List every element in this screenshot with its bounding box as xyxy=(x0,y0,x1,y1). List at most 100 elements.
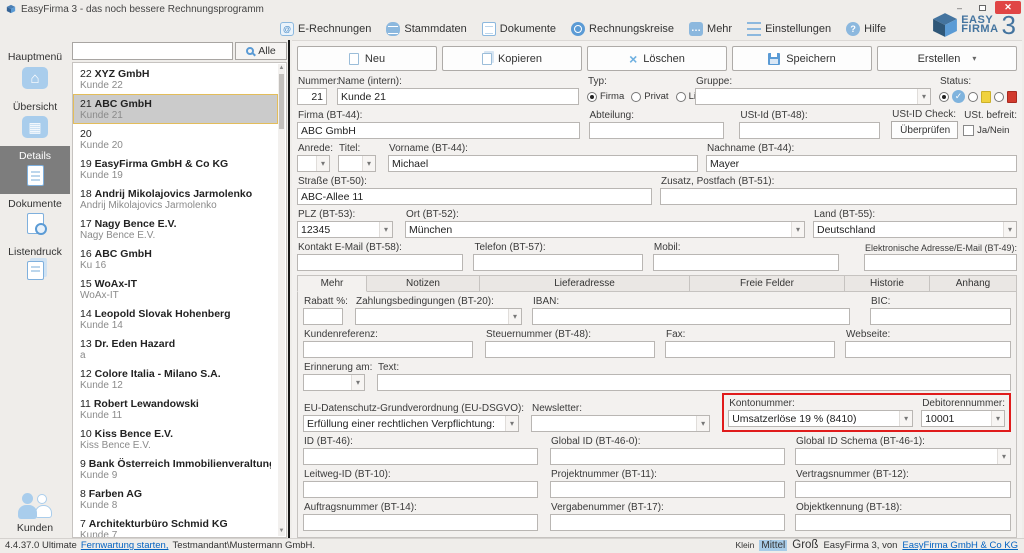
zoom-large[interactable]: Groß xyxy=(792,539,818,551)
new-button[interactable]: Neu xyxy=(297,46,437,71)
list-item[interactable]: 21 ABC GmbH Kunde 21 xyxy=(73,94,278,124)
scrollbar[interactable]: ▲ ▼ xyxy=(278,64,285,536)
mobil-input[interactable] xyxy=(653,254,839,271)
save-button[interactable]: Speichern xyxy=(732,46,872,71)
fernwartung-link[interactable]: Fernwartung starten, xyxy=(81,540,169,551)
list-item[interactable]: 11 Robert Lewandowski Kunde 11 xyxy=(73,394,278,424)
nav-einstellungen[interactable]: Einstellungen xyxy=(747,22,831,36)
firma-input[interactable] xyxy=(297,122,580,139)
zusatz-input[interactable] xyxy=(660,188,1017,205)
nachname-input[interactable] xyxy=(706,155,1017,172)
list-item[interactable]: 13 Dr. Eden Hazard a xyxy=(73,334,278,364)
newsletter-select[interactable]: ▾ xyxy=(531,415,710,432)
list-item[interactable]: 17 Nagy Bence E.V. Nagy Bence E.V. xyxy=(73,214,278,244)
nav-hilfe[interactable]: ?Hilfe xyxy=(846,22,886,36)
list-item[interactable]: 8 Farben AG Kunde 8 xyxy=(73,484,278,514)
ust-befreit-checkbox[interactable] xyxy=(963,125,974,136)
nav-mehr[interactable]: …Mehr xyxy=(689,22,732,36)
dsgvo-select[interactable]: Erfüllung einer rechtlichen Verpflichtun… xyxy=(303,415,519,432)
list-item[interactable]: 22 XYZ GmbH Kunde 22 xyxy=(73,64,278,94)
gruppe-select[interactable]: ▾ xyxy=(695,88,931,105)
leitweg-id-input[interactable] xyxy=(303,481,538,498)
sidebar-kunden[interactable]: Kunden xyxy=(0,493,70,534)
global-id-schema-select[interactable]: ▾ xyxy=(795,448,1011,465)
tab-freie-felder[interactable]: Freie Felder xyxy=(690,275,845,292)
text-input[interactable] xyxy=(377,374,1011,391)
sidebar-item-dokumente[interactable]: Dokumente xyxy=(0,194,70,242)
list-item[interactable]: 18 Andrij Mikolajovics Jarmolenko Andrij… xyxy=(73,184,278,214)
list-item[interactable]: 16 ABC GmbH Ku 16 xyxy=(73,244,278,274)
nav-e-rechnungen[interactable]: @E-Rechnungen xyxy=(280,22,371,36)
zahlungsbedingungen-select[interactable]: ▾ xyxy=(355,308,522,325)
zoom-medium[interactable]: Mittel xyxy=(759,540,787,551)
elektronische-adresse-input[interactable] xyxy=(864,254,1017,271)
status-yellow-radio[interactable] xyxy=(968,92,978,102)
rabatt-input[interactable] xyxy=(303,308,343,325)
sidebar-item-listendruck[interactable]: Listendruck xyxy=(0,242,70,288)
webseite-input[interactable] xyxy=(845,341,1011,358)
list-item[interactable]: 12 Colore Italia - Milano S.A. Kunde 12 xyxy=(73,364,278,394)
kontonummer-select[interactable]: Umsatzerlöse 19 % (8410)▾ xyxy=(728,410,913,427)
erinnerung-select[interactable]: ▾ xyxy=(303,374,365,391)
tab-mehr[interactable]: Mehr xyxy=(297,275,367,292)
scroll-up-icon[interactable]: ▲ xyxy=(278,64,285,73)
debitorennummer-select[interactable]: 10001▾ xyxy=(921,410,1005,427)
typ-privat-radio[interactable] xyxy=(631,92,641,102)
global-id-input[interactable] xyxy=(550,448,785,465)
kundenreferenz-input[interactable] xyxy=(303,341,473,358)
list-item[interactable]: 19 EasyFirma GmbH & Co KG Kunde 19 xyxy=(73,154,278,184)
create-dropdown-button[interactable]: Erstellen▾ xyxy=(877,46,1017,71)
abteilung-input[interactable] xyxy=(589,122,725,139)
fax-input[interactable] xyxy=(665,341,835,358)
sidebar-item-uebersicht[interactable]: Übersicht ▦ xyxy=(0,97,70,146)
tab-historie[interactable]: Historie xyxy=(845,275,930,292)
tab-anhang[interactable]: Anhang xyxy=(930,275,1017,292)
list-item[interactable]: 9 Bank Österreich Immobilienveraltung Gm… xyxy=(73,454,278,484)
ustid-check-button[interactable]: Überprüfen xyxy=(891,121,958,139)
status-red-radio[interactable] xyxy=(994,92,1004,102)
anrede-select[interactable]: ▾ xyxy=(297,155,330,172)
titel-select[interactable]: ▾ xyxy=(338,155,376,172)
projektnummer-input[interactable] xyxy=(550,481,785,498)
list-item[interactable]: 20 Kunde 20 xyxy=(73,124,278,154)
list-item[interactable]: 10 Kiss Bence E.V. Kiss Bence E.V. xyxy=(73,424,278,454)
nav-stammdaten[interactable]: Stammdaten xyxy=(386,22,466,36)
land-select[interactable]: Deutschland▾ xyxy=(813,221,1017,238)
zoom-small[interactable]: Klein xyxy=(735,540,754,550)
vergabenummer-input[interactable] xyxy=(550,514,785,531)
vorname-input[interactable] xyxy=(388,155,698,172)
iban-input[interactable] xyxy=(532,308,850,325)
plz-select[interactable]: 12345▾ xyxy=(297,221,393,238)
scroll-thumb[interactable] xyxy=(279,74,284,129)
nummer-input[interactable] xyxy=(297,88,327,105)
name-intern-input[interactable] xyxy=(337,88,579,105)
sidebar-item-details[interactable]: Details xyxy=(0,146,70,194)
tab-lieferadresse[interactable]: Lieferadresse xyxy=(480,275,690,292)
list-item[interactable]: 7 Architekturbüro Schmid KG Kunde 7 xyxy=(73,514,278,537)
typ-lieferant-radio[interactable] xyxy=(676,92,686,102)
kontakt-email-input[interactable] xyxy=(297,254,463,271)
scroll-down-icon[interactable]: ▼ xyxy=(278,527,285,536)
sidebar-hauptmenu-home[interactable]: ⌂ xyxy=(0,63,70,97)
id-input[interactable] xyxy=(303,448,538,465)
ort-select[interactable]: München▾ xyxy=(405,221,805,238)
list-item[interactable]: 14 Leopold Slovak Hohenberg Kunde 14 xyxy=(73,304,278,334)
delete-button[interactable]: ×Löschen xyxy=(587,46,727,71)
vertragsnummer-input[interactable] xyxy=(795,481,1011,498)
telefon-input[interactable] xyxy=(473,254,642,271)
nav-dokumente[interactable]: Dokumente xyxy=(482,22,556,36)
nav-rechnungskreise[interactable]: Rechnungskreise xyxy=(571,22,674,36)
objektkennung-input[interactable] xyxy=(795,514,1011,531)
tab-notizen[interactable]: Notizen xyxy=(367,275,480,292)
ustid-input[interactable] xyxy=(739,122,880,139)
copy-button[interactable]: Kopieren xyxy=(442,46,582,71)
list-item[interactable]: 15 WoAx-IT WoAx-IT xyxy=(73,274,278,304)
filter-all-button[interactable]: Alle xyxy=(235,42,287,60)
auftragsnummer-input[interactable] xyxy=(303,514,538,531)
typ-firma-radio[interactable] xyxy=(587,92,597,102)
status-ok-radio[interactable] xyxy=(939,92,949,102)
steuernummer-input[interactable] xyxy=(485,341,655,358)
strasse-input[interactable] xyxy=(297,188,652,205)
search-input[interactable] xyxy=(72,42,233,60)
bic-input[interactable] xyxy=(870,308,1011,325)
